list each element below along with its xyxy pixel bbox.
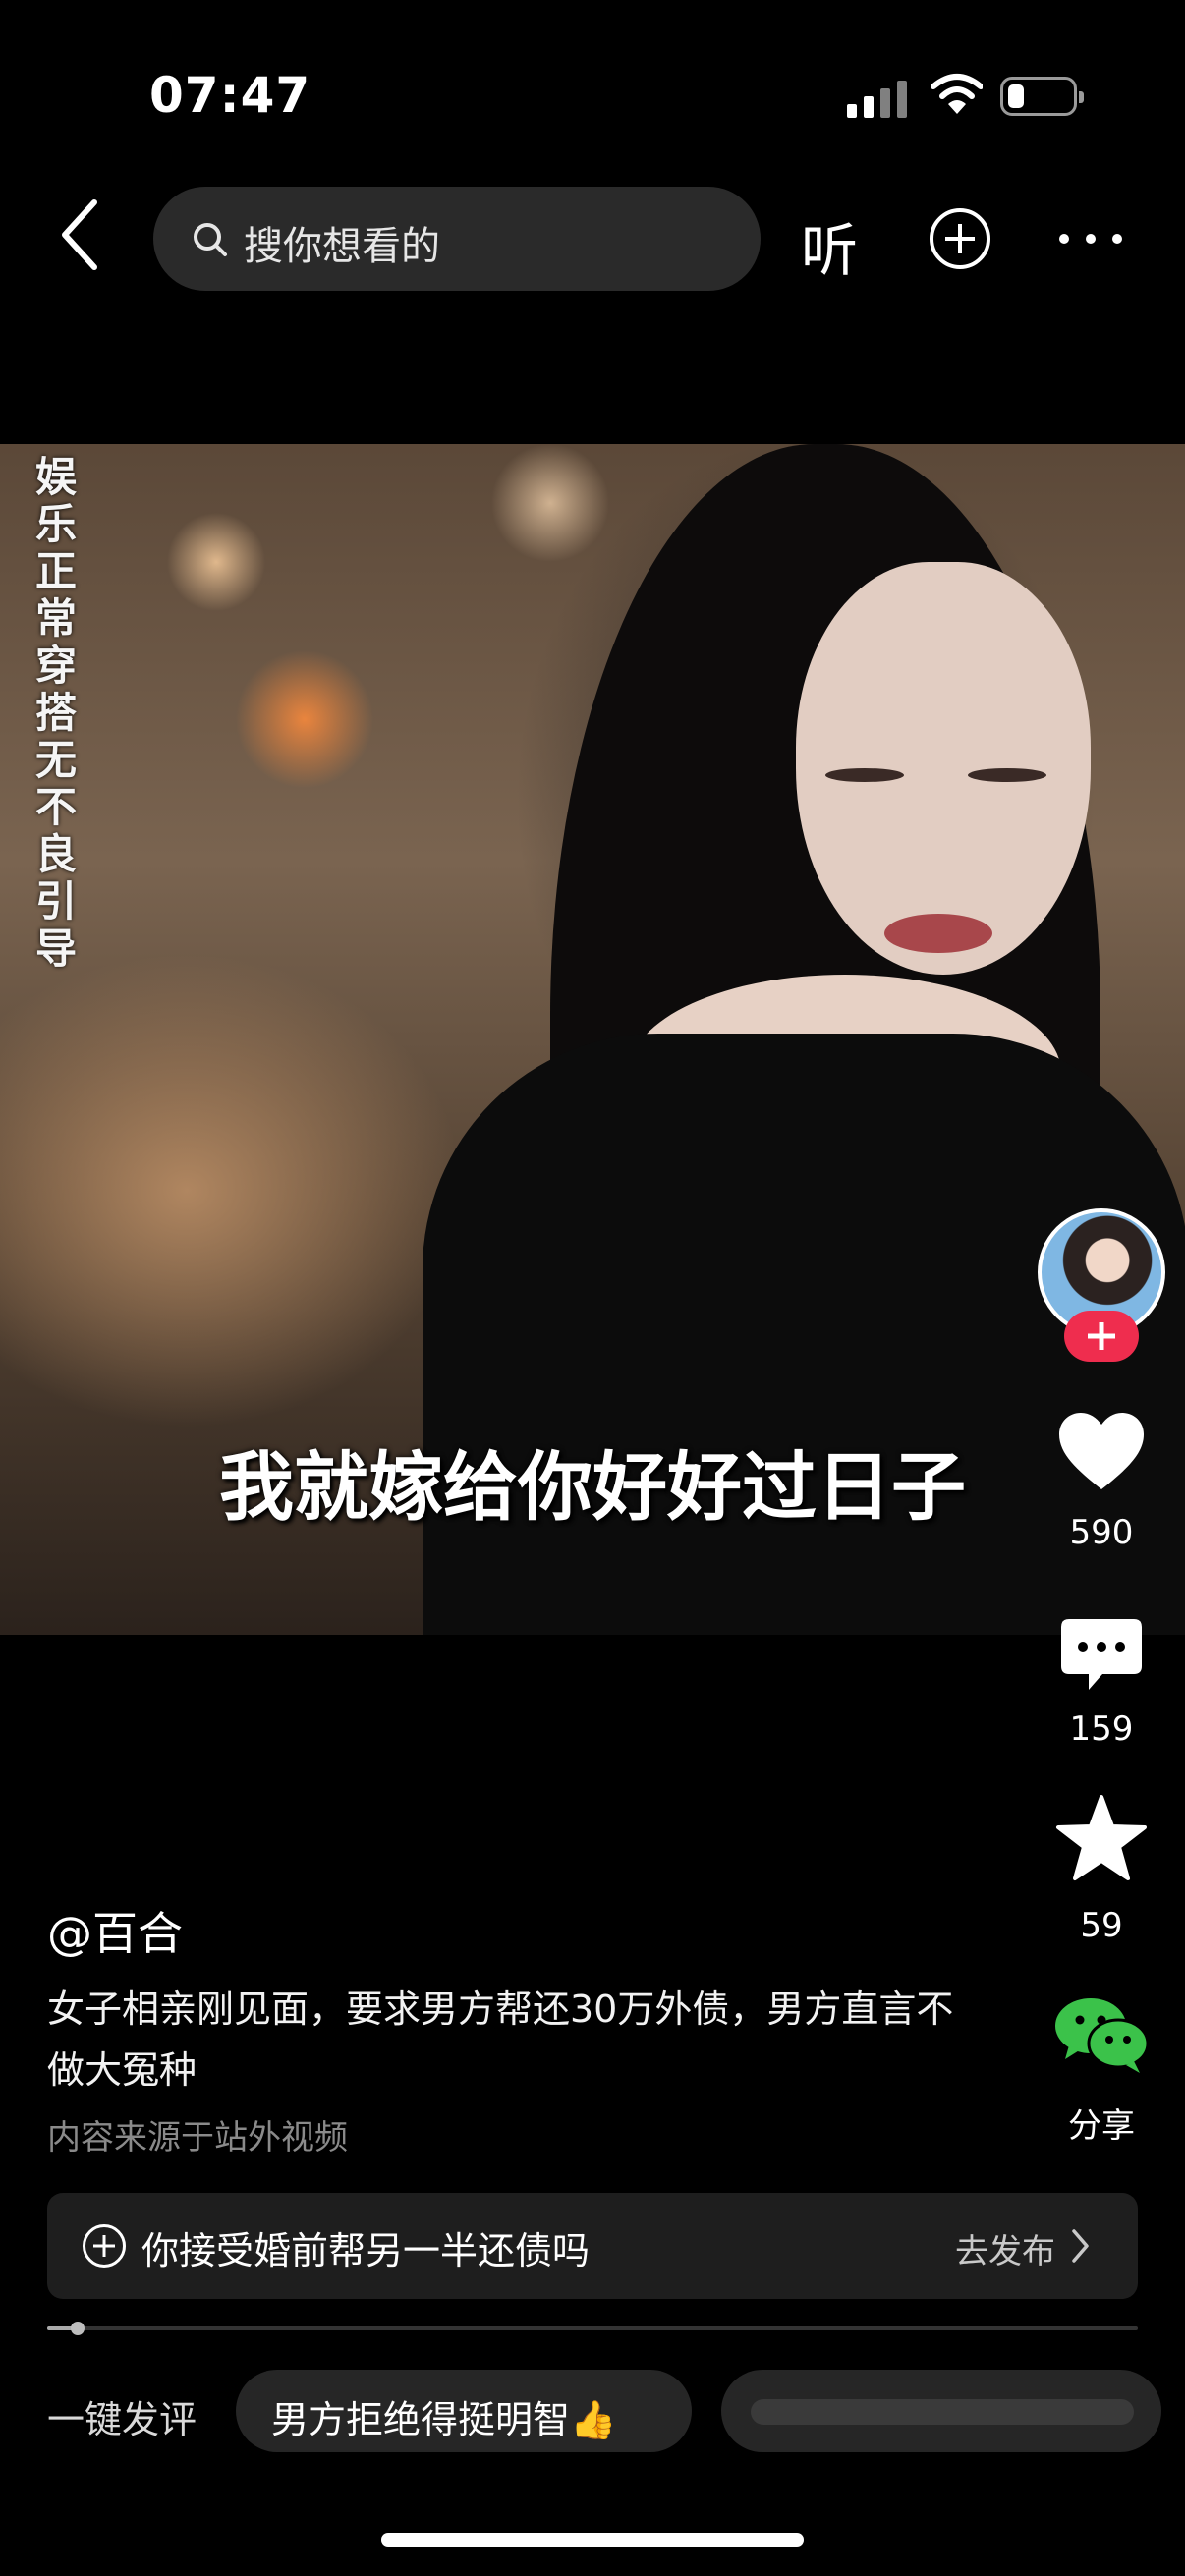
- blurred-chip-text: [751, 2399, 1134, 2425]
- search-bar[interactable]: 搜你想看的: [153, 187, 761, 291]
- quick-comment-chip-text: 男方拒绝得挺明智👍: [271, 2398, 617, 2441]
- video-description: 女子相亲刚见面，要求男方帮还30万外债，男方直言不做大冤种: [47, 1988, 954, 2092]
- author-name[interactable]: @百合: [47, 1898, 183, 1963]
- status-time: 07:47: [149, 67, 311, 124]
- star-favorite-icon[interactable]: [1055, 1794, 1148, 1882]
- cellular-signal-icon: [847, 79, 908, 118]
- like-count: 590: [1069, 1513, 1134, 1552]
- topic-bar[interactable]: 你接受婚前帮另一半还债吗 去发布: [47, 2193, 1138, 2299]
- video-person-eye: [825, 768, 904, 782]
- playback-progress-bar[interactable]: [47, 2322, 1138, 2335]
- video-person-face: [796, 562, 1091, 975]
- chevron-right-icon: [1072, 2229, 1089, 2263]
- search-icon: [194, 223, 227, 256]
- follow-plus-icon[interactable]: [1064, 1311, 1139, 1362]
- wechat-share-icon[interactable]: [1053, 1996, 1150, 2075]
- video-subtitle: 我就嫁给你好好过日子: [219, 1443, 966, 1531]
- search-placeholder: 搜你想看的: [244, 224, 440, 269]
- comment-count: 159: [1069, 1709, 1134, 1749]
- favorite-count: 59: [1080, 1906, 1123, 1945]
- video-player[interactable]: 娱乐 正常穿搭 无不良引导 我就嫁给你好好过日子: [0, 444, 1185, 1635]
- listen-button[interactable]: 听: [801, 204, 858, 287]
- video-side-caption: 娱乐 正常穿搭 无不良引导: [35, 453, 78, 973]
- share-label[interactable]: 分享: [1047, 2099, 1156, 2147]
- heart-icon[interactable]: [1057, 1411, 1146, 1493]
- go-publish-link[interactable]: 去发布: [955, 2224, 1055, 2272]
- quick-comment-label: 一键发评: [47, 2398, 198, 2441]
- add-topic-icon: [83, 2224, 126, 2268]
- back-arrow-icon[interactable]: [55, 196, 106, 273]
- add-circle-icon[interactable]: [930, 208, 990, 269]
- video-person-eye: [968, 768, 1046, 782]
- quick-comment-chip[interactable]: [721, 2370, 1161, 2452]
- battery-icon: [1000, 77, 1084, 116]
- video-person-lips: [884, 914, 992, 953]
- home-indicator[interactable]: [381, 2533, 804, 2547]
- comment-bubble-icon[interactable]: [1059, 1617, 1144, 1694]
- more-options-icon[interactable]: [1059, 234, 1122, 246]
- playback-scrubber-handle[interactable]: [71, 2322, 85, 2335]
- source-note: 内容来源于站外视频: [47, 2118, 348, 2157]
- quick-comment-chip[interactable]: 男方拒绝得挺明智👍: [236, 2370, 692, 2452]
- topic-question: 你接受婚前帮另一半还债吗: [141, 2229, 591, 2272]
- wifi-icon: [931, 74, 983, 114]
